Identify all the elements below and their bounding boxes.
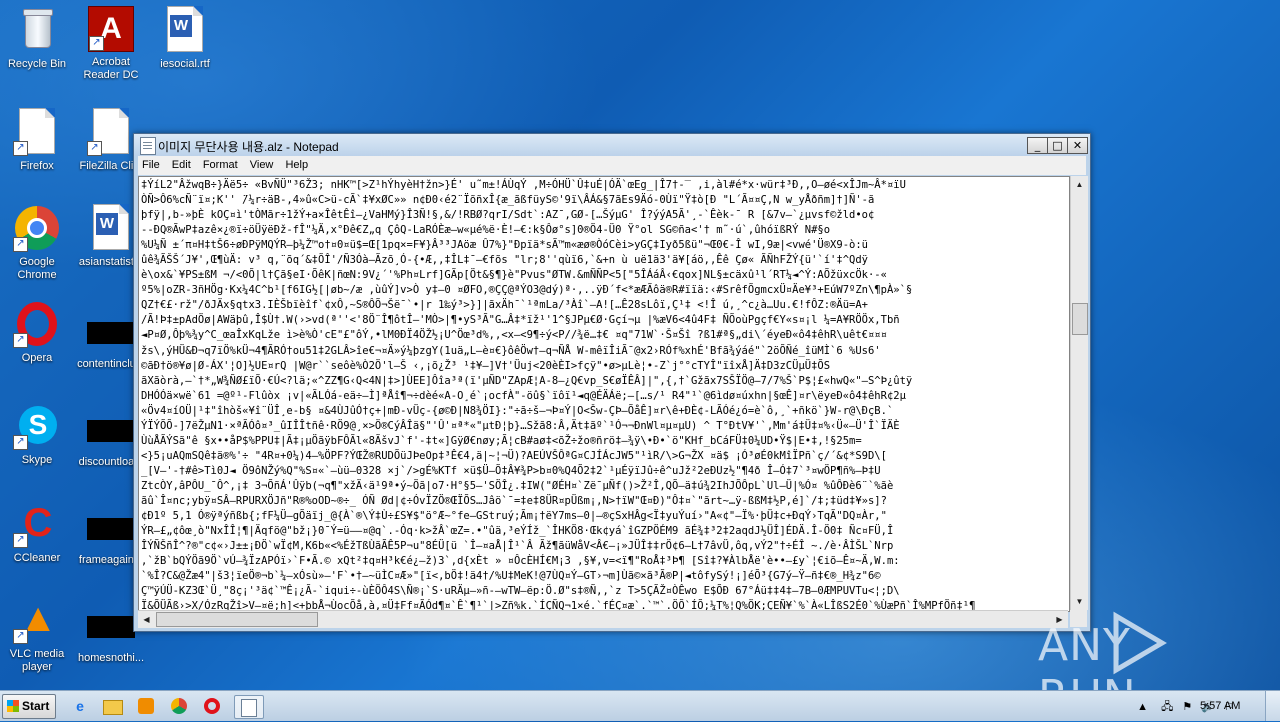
file-thumbnail (87, 616, 135, 638)
word-document-icon: W (87, 204, 135, 252)
minimize-button[interactable]: _ (1027, 137, 1048, 154)
menu-bar: File Edit Format View Help (138, 156, 1086, 175)
desktop-icon-vlc[interactable]: ▲ ↗ VLC media player (0, 596, 74, 674)
close-button[interactable]: ✕ (1067, 137, 1088, 154)
desktop-icon-label: Firefox (20, 160, 54, 172)
show-hidden-icons-icon[interactable]: ▲ (1137, 701, 1148, 713)
desktop-icon-firefox[interactable]: ↗ Firefox (0, 108, 74, 173)
shortcut-arrow-icon: ↗ (13, 435, 28, 450)
vertical-scroll-thumb[interactable] (1072, 303, 1088, 335)
flag-icon[interactable]: ⚑ (1182, 701, 1192, 713)
scroll-up-arrow-icon[interactable]: ▲ (1071, 176, 1088, 193)
desktop-icon-opera[interactable]: ↗ Opera (0, 300, 74, 365)
blank-document-icon: ↗ (13, 108, 61, 156)
file-thumbnail (87, 322, 135, 344)
show-desktop-button[interactable] (1265, 691, 1280, 721)
shortcut-arrow-icon: ↗ (13, 533, 28, 548)
start-label: Start (22, 699, 50, 713)
notepad-icon (140, 137, 156, 155)
horizontal-scrollbar[interactable]: ◀ ▶ (138, 610, 1068, 628)
menu-format[interactable]: Format (199, 156, 243, 171)
notepad-taskbar-button[interactable] (234, 695, 264, 719)
desktop-icon-label: Google Chrome (17, 256, 57, 281)
scroll-left-arrow-icon[interactable]: ◀ (138, 611, 155, 628)
start-button[interactable]: Start (2, 694, 56, 719)
opera-taskbar-icon[interactable] (200, 695, 224, 717)
window-title: 이미지 무단사용 내용.alz - Notepad (158, 140, 339, 154)
text-editor-area[interactable]: ‡ÝíL2"ÂžwqB÷}Äë5÷ «BvÑÜ"³6Ž3; nHK™[>Z¹hÝ… (138, 176, 1070, 612)
desktop-icon-label: Acrobat Reader DC (83, 56, 139, 81)
desktop-icon-recycle-bin[interactable]: Recycle Bin (0, 6, 74, 71)
file-explorer-icon[interactable] (101, 695, 125, 717)
file-thumbnail (87, 518, 135, 540)
skype-icon: S ↗ (13, 402, 61, 450)
vlc-icon: ▲ ↗ (13, 596, 61, 644)
desktop-icon-label: Recycle Bin (7, 58, 67, 70)
word-document-icon: W (161, 6, 209, 54)
clock[interactable]: 5:57 AM (1200, 700, 1240, 712)
file-thumbnail (87, 420, 135, 442)
menu-file[interactable]: File (138, 156, 165, 171)
acrobat-icon: A ↗ (88, 6, 134, 52)
vertical-scrollbar[interactable]: ▲ ▼ (1070, 176, 1088, 610)
media-player-icon[interactable] (134, 695, 158, 717)
desktop-icon-label: Opera (21, 352, 53, 364)
blank-document-icon: ↗ (87, 108, 135, 156)
horizontal-scroll-thumb[interactable] (156, 612, 318, 627)
shortcut-arrow-icon: ↗ (13, 141, 28, 156)
internet-explorer-icon[interactable]: e (68, 695, 92, 717)
shortcut-arrow-icon: ↗ (13, 333, 28, 348)
taskbar: Start e ▲ 🖧 ⚑ 🔊 ⚐ 5:57 AM (0, 690, 1280, 721)
editor-text[interactable]: ‡ÝíL2"ÂžwqB÷}Äë5÷ «BvÑÜ"³6Ž3; nHK™[>Z¹hÝ… (139, 177, 1069, 611)
anyrun-watermark: ANY RUN (1038, 608, 1238, 722)
desktop-icon-chrome[interactable]: ↗ Google Chrome (0, 204, 74, 282)
notepad-window[interactable]: 이미지 무단사용 내용.alz - Notepad _ □ ✕ File Edi… (133, 133, 1091, 632)
menu-edit[interactable]: Edit (168, 156, 196, 171)
recycle-bin-icon (13, 6, 61, 54)
desktop-icon-ccleaner[interactable]: C ↗ CCleaner (0, 500, 74, 565)
network-icon[interactable]: 🖧 (1161, 701, 1173, 713)
menu-view[interactable]: View (246, 156, 279, 171)
opera-icon: ↗ (13, 300, 61, 348)
chrome-taskbar-icon[interactable] (167, 695, 191, 717)
shortcut-arrow-icon: ↗ (89, 36, 104, 51)
ccleaner-icon: C ↗ (13, 500, 61, 548)
maximize-button[interactable]: □ (1047, 137, 1068, 154)
shortcut-arrow-icon: ↗ (13, 629, 28, 644)
menu-help[interactable]: Help (281, 156, 313, 171)
shortcut-arrow-icon: ↗ (87, 141, 102, 156)
chrome-icon: ↗ (13, 204, 61, 252)
window-titlebar[interactable]: 이미지 무단사용 내용.alz - Notepad _ □ ✕ (134, 134, 1090, 156)
desktop-icon-label: VLC media player (9, 648, 65, 673)
desktop-icon-iesocial[interactable]: W iesocial.rtf (148, 6, 222, 71)
shortcut-arrow-icon: ↗ (13, 237, 28, 252)
desktop-icon-label: Skype (21, 454, 53, 466)
desktop-icon-label: iesocial.rtf (160, 58, 210, 70)
desktop-icon-skype[interactable]: S ↗ Skype (0, 402, 74, 467)
desktop-icon-label: CCleaner (13, 552, 61, 564)
desktop-icon-acrobat[interactable]: A ↗ Acrobat Reader DC (74, 6, 148, 82)
windows-flag-icon (7, 700, 19, 712)
desktop-icon-label: homesnothi... (77, 652, 145, 664)
